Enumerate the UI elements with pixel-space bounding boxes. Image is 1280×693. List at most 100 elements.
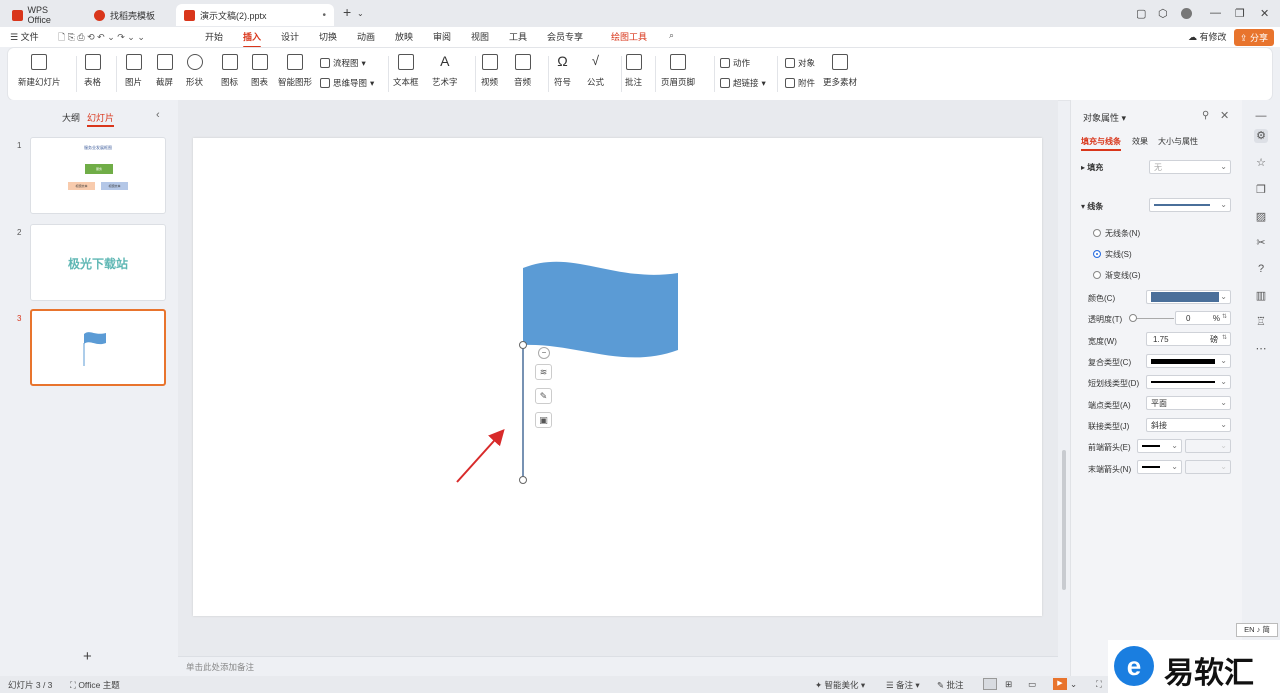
- flowchart-button[interactable]: 流程图 ▾: [320, 57, 366, 69]
- menu-item-member[interactable]: 会员专享: [547, 30, 583, 43]
- menu-item-drawing-tools[interactable]: 绘图工具: [611, 30, 647, 43]
- play-icon[interactable]: ▶: [1053, 678, 1067, 690]
- tab-fill-line[interactable]: 填充与线条: [1081, 136, 1121, 151]
- line-color-select[interactable]: ⌄: [1146, 290, 1231, 304]
- fill-section[interactable]: ▸ 填充: [1081, 162, 1103, 173]
- menu-item-tools[interactable]: 工具: [509, 30, 527, 43]
- tab-document[interactable]: 演示文稿(2).pptx •: [176, 4, 334, 26]
- end-arrow-type-select[interactable]: ⌄: [1137, 460, 1182, 474]
- menu-item-review[interactable]: 审阅: [433, 30, 451, 43]
- radio-no-line[interactable]: 无线条(N): [1093, 228, 1140, 239]
- restore-icon[interactable]: ❐: [1235, 7, 1245, 20]
- icon-button[interactable]: 图标: [221, 54, 238, 88]
- comments-button[interactable]: ✎ 批注: [937, 679, 964, 691]
- transparency-input[interactable]: 0% ⇅: [1175, 311, 1231, 325]
- menu-item-start[interactable]: 开始: [205, 30, 223, 43]
- star-icon[interactable]: ☆: [1254, 156, 1268, 170]
- hyperlink-button[interactable]: 超链接 ▾: [720, 77, 766, 89]
- begin-arrow-type-select[interactable]: ⌄: [1137, 439, 1182, 453]
- menu-item-design[interactable]: 设计: [281, 30, 299, 43]
- add-slide-icon[interactable]: +: [83, 648, 92, 665]
- transparency-slider[interactable]: [1132, 318, 1174, 319]
- formula-button[interactable]: √ 公式: [587, 54, 604, 88]
- notes-pane[interactable]: 单击此处添加备注: [178, 656, 1058, 676]
- ime-indicator[interactable]: EN ♪ 简: [1236, 623, 1278, 637]
- audio-button[interactable]: 音频: [514, 54, 531, 88]
- tools-icon[interactable]: ✂: [1254, 236, 1268, 250]
- cube-icon[interactable]: ⬡: [1158, 7, 1168, 20]
- chart-button[interactable]: 图表: [251, 54, 268, 88]
- file-menu[interactable]: ☰ 文件: [10, 30, 39, 43]
- scrollbar[interactable]: [1054, 100, 1058, 656]
- fit-window-icon[interactable]: ⛶: [1096, 679, 1102, 690]
- close-icon[interactable]: ✕: [1220, 109, 1229, 122]
- scrollbar-thumb[interactable]: [1062, 450, 1066, 590]
- tab-effect[interactable]: 效果: [1132, 136, 1148, 147]
- collapse-panel-icon[interactable]: ‹: [156, 109, 160, 121]
- minus-icon[interactable]: −: [538, 347, 550, 359]
- compound-select[interactable]: ⌄: [1146, 354, 1231, 368]
- header-footer-button[interactable]: 页眉页脚: [661, 54, 695, 88]
- chevron-down-icon[interactable]: ⌄: [1070, 679, 1077, 690]
- textbox-button[interactable]: 文本框: [393, 54, 419, 88]
- minimize-panel-icon[interactable]: —: [1254, 109, 1268, 123]
- symbol-button[interactable]: Ω 符号: [554, 54, 571, 88]
- smart-shape-button[interactable]: 智能图形: [278, 54, 312, 88]
- menu-item-transition[interactable]: 切换: [319, 30, 337, 43]
- normal-view-icon[interactable]: [983, 678, 997, 690]
- search-icon[interactable]: ⌕: [669, 30, 674, 41]
- line-section[interactable]: ▾ 线条: [1081, 201, 1103, 212]
- slide-thumbnail-3[interactable]: [30, 309, 166, 386]
- minimize-icon[interactable]: —: [1210, 7, 1221, 19]
- width-input[interactable]: 1.75 磅 ⇅: [1146, 332, 1231, 346]
- mindmap-button[interactable]: 思维导图 ▾: [320, 77, 374, 89]
- radio-gradient-line[interactable]: 渐变线(G): [1093, 270, 1141, 281]
- radio-solid-line[interactable]: 实线(S): [1093, 249, 1132, 260]
- share-button[interactable]: ⇪ 分享: [1234, 29, 1275, 46]
- cap-select[interactable]: 平面 ⌄: [1146, 396, 1231, 410]
- flag-shape[interactable]: [193, 138, 1042, 616]
- more-materials-button[interactable]: 更多素材: [823, 54, 857, 88]
- menu-item-animation[interactable]: 动画: [357, 30, 375, 43]
- slider-handle[interactable]: [1129, 314, 1137, 322]
- dash-select[interactable]: ⌄: [1146, 375, 1231, 389]
- notes-button[interactable]: ☰ 备注 ▾: [886, 679, 920, 691]
- close-window-icon[interactable]: ✕: [1260, 7, 1269, 20]
- action-button[interactable]: 动作: [720, 57, 750, 69]
- attachment-button[interactable]: 附件: [785, 77, 815, 89]
- shirt-icon[interactable]: ♖: [1254, 315, 1268, 329]
- slide[interactable]: − ≋ ✎ ▣: [193, 138, 1042, 616]
- close-tab-icon[interactable]: •: [322, 10, 326, 21]
- panel-title[interactable]: 对象属性 ▾: [1083, 111, 1126, 124]
- more-icon[interactable]: ⋯: [1254, 342, 1268, 356]
- line-style-select[interactable]: ⌄: [1149, 198, 1231, 212]
- tab-size-props[interactable]: 大小与属性: [1158, 136, 1198, 147]
- fill-select[interactable]: 无 ⌄: [1149, 160, 1231, 174]
- stepper-icon[interactable]: ⇅: [1222, 313, 1227, 320]
- table-button[interactable]: 表格: [84, 54, 101, 88]
- screenshot-button[interactable]: 截屏: [156, 54, 173, 88]
- tab-slides[interactable]: 幻灯片: [87, 111, 115, 127]
- window-layout-icon[interactable]: ▢: [1136, 7, 1146, 20]
- join-select[interactable]: 斜接 ⌄: [1146, 418, 1231, 432]
- pen-icon[interactable]: ✎: [535, 388, 552, 404]
- properties-icon[interactable]: ⚙: [1254, 129, 1268, 143]
- theme-indicator[interactable]: ⛶ Office 主题: [70, 679, 120, 691]
- slide-thumbnail-1[interactable]: 服务业发展框图 服务 标题文本 标题文本: [30, 137, 166, 214]
- beautify-button[interactable]: ✦ 智能美化 ▾: [815, 679, 865, 691]
- crop-icon[interactable]: ▣: [535, 412, 552, 428]
- new-tab-icon[interactable]: +: [343, 4, 351, 20]
- menu-item-view[interactable]: 视图: [471, 30, 489, 43]
- comment-button[interactable]: 批注: [625, 54, 642, 88]
- layers-icon[interactable]: ≋: [535, 364, 552, 380]
- grid-view-icon[interactable]: ⊞: [1005, 679, 1012, 690]
- book-icon[interactable]: ▥: [1254, 289, 1268, 303]
- avatar[interactable]: [1181, 8, 1192, 19]
- shape-button[interactable]: 形状: [186, 54, 203, 88]
- menu-item-slideshow[interactable]: 放映: [395, 30, 413, 43]
- copy-icon[interactable]: ❐: [1254, 183, 1268, 197]
- tab-outline[interactable]: 大纲: [62, 111, 80, 124]
- object-button[interactable]: 对象: [785, 57, 815, 69]
- stepper-icon[interactable]: ⇅: [1222, 334, 1227, 341]
- tab-wps-office[interactable]: WPS Office: [4, 4, 80, 26]
